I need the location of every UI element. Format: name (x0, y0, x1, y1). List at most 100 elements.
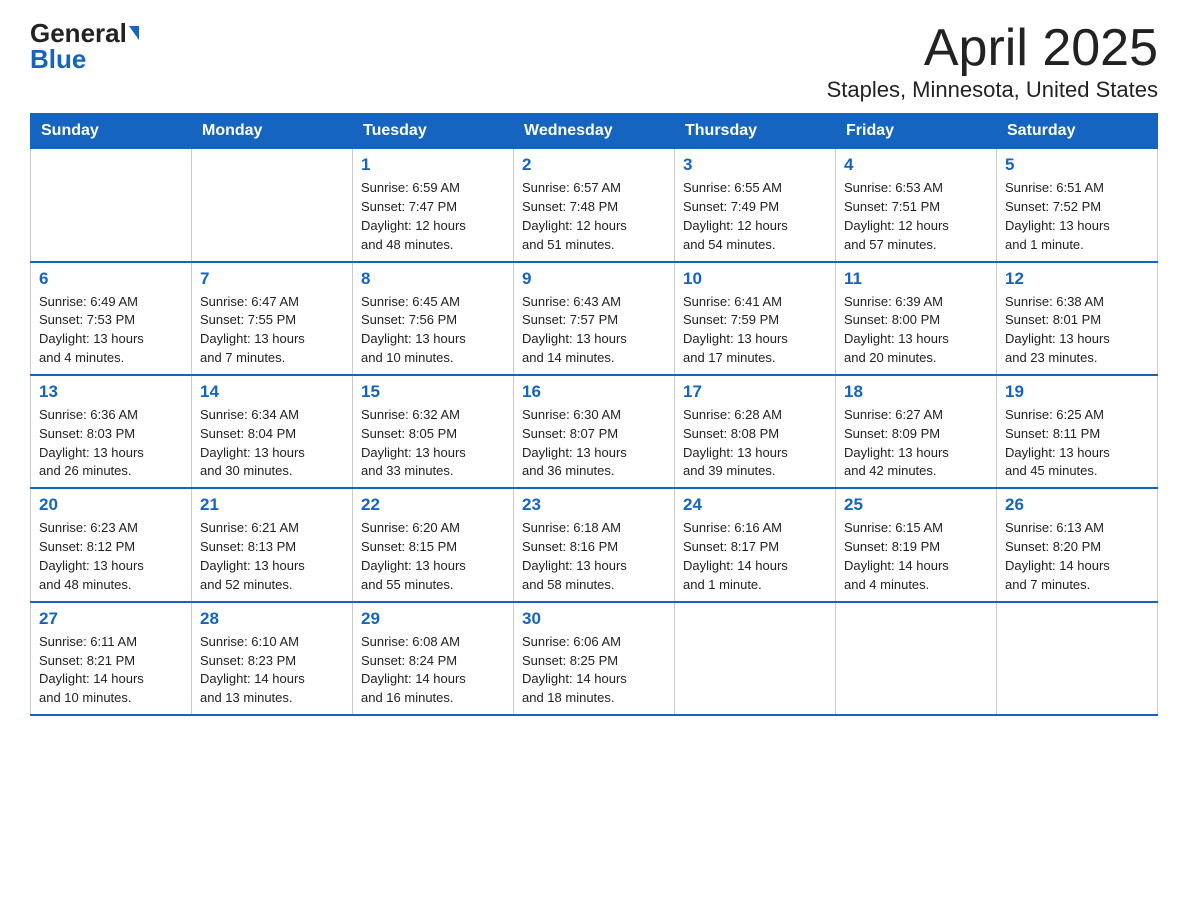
day-cell: 8 Sunrise: 6:45 AM Sunset: 7:56 PM Daylig… (353, 262, 514, 375)
day-info: Sunrise: 6:08 AM Sunset: 8:24 PM Dayligh… (361, 633, 505, 708)
logo: General Blue (30, 20, 139, 73)
day-cell: 9 Sunrise: 6:43 AM Sunset: 7:57 PM Daylig… (514, 262, 675, 375)
day-info: Sunrise: 6:55 AM Sunset: 7:49 PM Dayligh… (683, 179, 827, 254)
day-cell: 16Sunrise: 6:30 AM Sunset: 8:07 PM Dayli… (514, 375, 675, 488)
day-cell (675, 602, 836, 715)
header-cell-friday: Friday (836, 114, 997, 149)
day-info: Sunrise: 6:41 AM Sunset: 7:59 PM Dayligh… (683, 293, 827, 368)
day-cell: 23 Sunrise: 6:18 AM Sunset: 8:16 PM Dayli… (514, 488, 675, 601)
day-number: 4 (844, 155, 988, 175)
day-info: Sunrise: 6:11 AM Sunset: 8:21 PM Dayligh… (39, 633, 183, 708)
header-cell-thursday: Thursday (675, 114, 836, 149)
calendar-table: SundayMondayTuesdayWednesdayThursdayFrid… (30, 113, 1158, 716)
day-cell: 19Sunrise: 6:25 AM Sunset: 8:11 PM Dayli… (997, 375, 1158, 488)
header-cell-sunday: Sunday (31, 114, 192, 149)
day-info: Sunrise: 6:39 AM Sunset: 8:00 PM Dayligh… (844, 293, 988, 368)
day-cell (836, 602, 997, 715)
day-number: 17 (683, 382, 827, 402)
day-info: Sunrise: 6:16 AM Sunset: 8:17 PM Dayligh… (683, 519, 827, 594)
day-number: 10 (683, 269, 827, 289)
logo-triangle-icon (129, 26, 139, 40)
day-number: 12 (1005, 269, 1149, 289)
day-info: Sunrise: 6:51 AM Sunset: 7:52 PM Dayligh… (1005, 179, 1149, 254)
day-info: Sunrise: 6:38 AM Sunset: 8:01 PM Dayligh… (1005, 293, 1149, 368)
day-cell: 22 Sunrise: 6:20 AM Sunset: 8:15 PM Dayli… (353, 488, 514, 601)
week-row-3: 20Sunrise: 6:23 AM Sunset: 8:12 PM Dayli… (31, 488, 1158, 601)
day-info: Sunrise: 6:27 AM Sunset: 8:09 PM Dayligh… (844, 406, 988, 481)
day-number: 16 (522, 382, 666, 402)
day-cell (997, 602, 1158, 715)
day-info: Sunrise: 6:15 AM Sunset: 8:19 PM Dayligh… (844, 519, 988, 594)
day-cell: 17 Sunrise: 6:28 AM Sunset: 8:08 PM Dayli… (675, 375, 836, 488)
day-number: 21 (200, 495, 344, 515)
day-cell: 15 Sunrise: 6:32 AM Sunset: 8:05 PM Dayli… (353, 375, 514, 488)
day-cell: 21 Sunrise: 6:21 AM Sunset: 8:13 PM Dayli… (192, 488, 353, 601)
day-info: Sunrise: 6:06 AM Sunset: 8:25 PM Dayligh… (522, 633, 666, 708)
day-cell: 20Sunrise: 6:23 AM Sunset: 8:12 PM Dayli… (31, 488, 192, 601)
logo-general-text: General (30, 20, 127, 46)
day-number: 1 (361, 155, 505, 175)
day-cell: 4 Sunrise: 6:53 AM Sunset: 7:51 PM Daylig… (836, 149, 997, 262)
day-number: 6 (39, 269, 183, 289)
day-cell: 30Sunrise: 6:06 AM Sunset: 8:25 PM Dayli… (514, 602, 675, 715)
day-number: 15 (361, 382, 505, 402)
day-cell: 18Sunrise: 6:27 AM Sunset: 8:09 PM Dayli… (836, 375, 997, 488)
day-info: Sunrise: 6:21 AM Sunset: 8:13 PM Dayligh… (200, 519, 344, 594)
day-cell (192, 149, 353, 262)
day-cell: 29 Sunrise: 6:08 AM Sunset: 8:24 PM Dayli… (353, 602, 514, 715)
day-info: Sunrise: 6:18 AM Sunset: 8:16 PM Dayligh… (522, 519, 666, 594)
calendar-title: April 2025 (827, 20, 1158, 77)
day-number: 26 (1005, 495, 1149, 515)
header-row: SundayMondayTuesdayWednesdayThursdayFrid… (31, 114, 1158, 149)
title-block: April 2025 Staples, Minnesota, United St… (827, 20, 1158, 103)
header-cell-tuesday: Tuesday (353, 114, 514, 149)
day-info: Sunrise: 6:32 AM Sunset: 8:05 PM Dayligh… (361, 406, 505, 481)
day-number: 8 (361, 269, 505, 289)
day-info: Sunrise: 6:20 AM Sunset: 8:15 PM Dayligh… (361, 519, 505, 594)
day-info: Sunrise: 6:34 AM Sunset: 8:04 PM Dayligh… (200, 406, 344, 481)
header-cell-saturday: Saturday (997, 114, 1158, 149)
day-number: 14 (200, 382, 344, 402)
day-cell: 12 Sunrise: 6:38 AM Sunset: 8:01 PM Dayli… (997, 262, 1158, 375)
calendar-header: SundayMondayTuesdayWednesdayThursdayFrid… (31, 114, 1158, 149)
day-cell: 13 Sunrise: 6:36 AM Sunset: 8:03 PM Dayli… (31, 375, 192, 488)
day-info: Sunrise: 6:10 AM Sunset: 8:23 PM Dayligh… (200, 633, 344, 708)
day-cell: 7Sunrise: 6:47 AM Sunset: 7:55 PM Daylig… (192, 262, 353, 375)
day-cell: 1 Sunrise: 6:59 AM Sunset: 7:47 PM Daylig… (353, 149, 514, 262)
day-info: Sunrise: 6:57 AM Sunset: 7:48 PM Dayligh… (522, 179, 666, 254)
day-info: Sunrise: 6:53 AM Sunset: 7:51 PM Dayligh… (844, 179, 988, 254)
header-cell-monday: Monday (192, 114, 353, 149)
day-info: Sunrise: 6:28 AM Sunset: 8:08 PM Dayligh… (683, 406, 827, 481)
day-number: 3 (683, 155, 827, 175)
week-row-1: 6Sunrise: 6:49 AM Sunset: 7:53 PM Daylig… (31, 262, 1158, 375)
day-info: Sunrise: 6:36 AM Sunset: 8:03 PM Dayligh… (39, 406, 183, 481)
day-cell: 28 Sunrise: 6:10 AM Sunset: 8:23 PM Dayli… (192, 602, 353, 715)
day-info: Sunrise: 6:59 AM Sunset: 7:47 PM Dayligh… (361, 179, 505, 254)
logo-blue-text: Blue (30, 44, 86, 74)
day-info: Sunrise: 6:45 AM Sunset: 7:56 PM Dayligh… (361, 293, 505, 368)
day-cell: 3 Sunrise: 6:55 AM Sunset: 7:49 PM Daylig… (675, 149, 836, 262)
day-cell: 24 Sunrise: 6:16 AM Sunset: 8:17 PM Dayli… (675, 488, 836, 601)
day-info: Sunrise: 6:13 AM Sunset: 8:20 PM Dayligh… (1005, 519, 1149, 594)
day-number: 9 (522, 269, 666, 289)
day-cell: 14 Sunrise: 6:34 AM Sunset: 8:04 PM Dayli… (192, 375, 353, 488)
day-number: 13 (39, 382, 183, 402)
week-row-2: 13 Sunrise: 6:36 AM Sunset: 8:03 PM Dayli… (31, 375, 1158, 488)
day-number: 20 (39, 495, 183, 515)
calendar-subtitle: Staples, Minnesota, United States (827, 77, 1158, 103)
day-cell: 25Sunrise: 6:15 AM Sunset: 8:19 PM Dayli… (836, 488, 997, 601)
day-number: 11 (844, 269, 988, 289)
day-info: Sunrise: 6:43 AM Sunset: 7:57 PM Dayligh… (522, 293, 666, 368)
day-cell: 26 Sunrise: 6:13 AM Sunset: 8:20 PM Dayli… (997, 488, 1158, 601)
calendar-body: 1 Sunrise: 6:59 AM Sunset: 7:47 PM Daylig… (31, 149, 1158, 715)
day-number: 24 (683, 495, 827, 515)
day-cell: 6Sunrise: 6:49 AM Sunset: 7:53 PM Daylig… (31, 262, 192, 375)
day-number: 23 (522, 495, 666, 515)
day-cell (31, 149, 192, 262)
header-cell-wednesday: Wednesday (514, 114, 675, 149)
week-row-0: 1 Sunrise: 6:59 AM Sunset: 7:47 PM Daylig… (31, 149, 1158, 262)
day-number: 22 (361, 495, 505, 515)
day-number: 29 (361, 609, 505, 629)
day-number: 28 (200, 609, 344, 629)
day-cell: 5Sunrise: 6:51 AM Sunset: 7:52 PM Daylig… (997, 149, 1158, 262)
